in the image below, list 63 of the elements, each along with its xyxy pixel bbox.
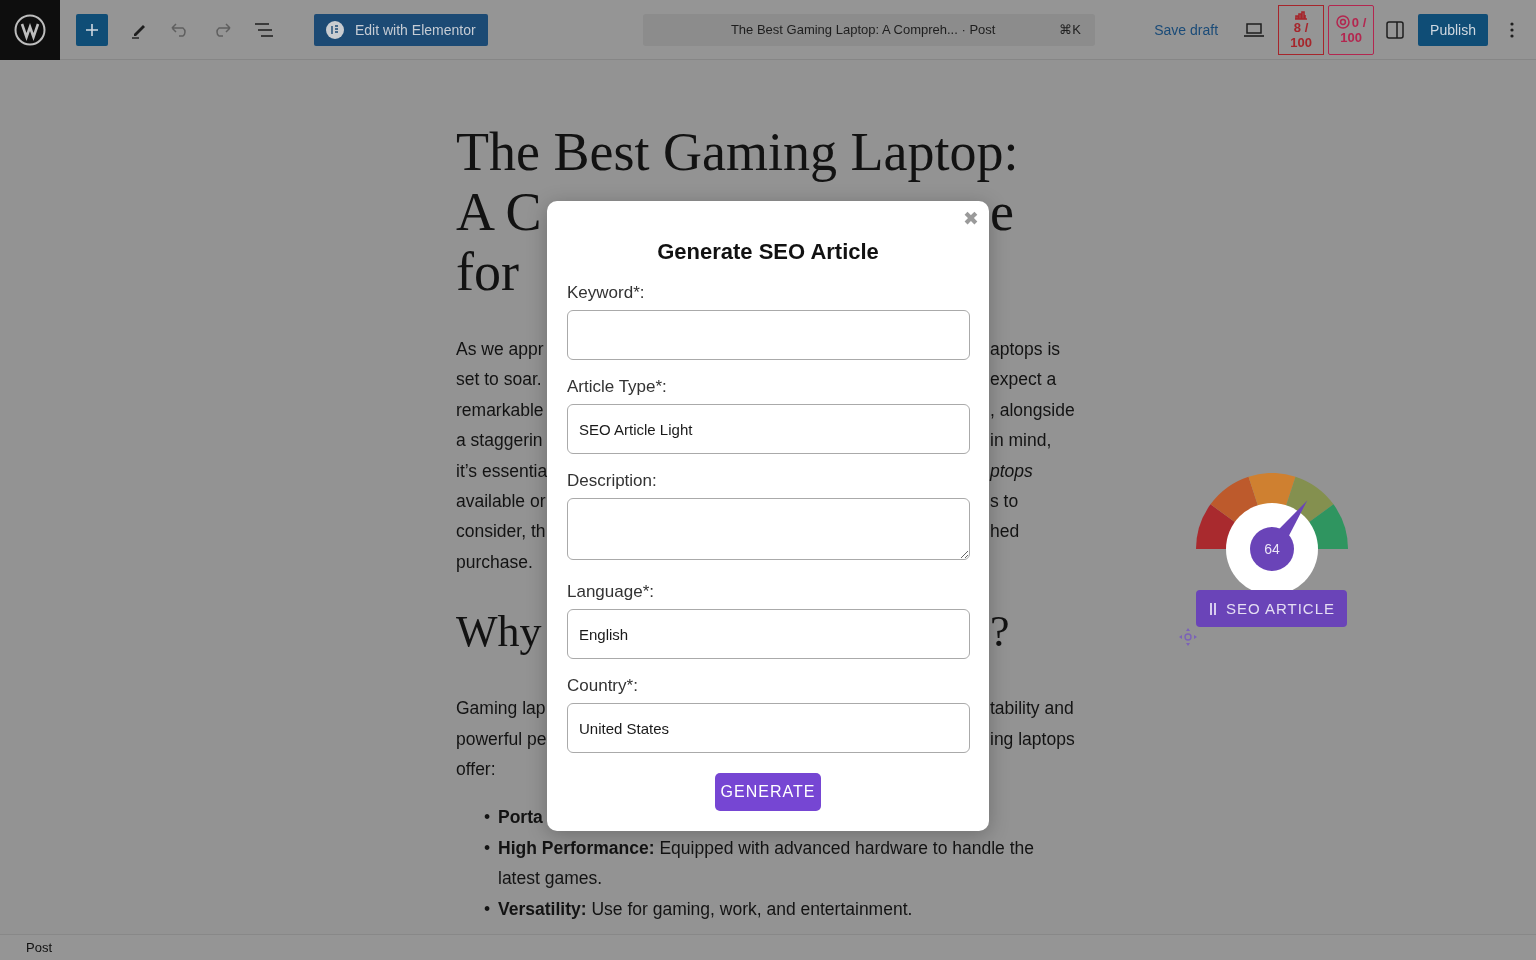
paragraph-text: ptops: [990, 459, 1033, 483]
laptop-icon[interactable]: [1244, 22, 1265, 37]
paragraph-text: Gaming lap: [456, 697, 546, 721]
paragraph-text: s to: [990, 490, 1019, 514]
paragraph-text: offer:: [456, 758, 496, 782]
paragraph-text: in mind,: [990, 429, 1052, 453]
paragraph-text: powerful pe: [456, 727, 547, 751]
input-field[interactable]: [567, 310, 970, 360]
bullet-marker: •: [484, 806, 492, 830]
score-text: 64: [1264, 541, 1280, 557]
bullet-text: Porta: [498, 806, 543, 830]
post-title-text: A C: [456, 182, 542, 242]
add-block-button[interactable]: [76, 13, 108, 46]
edit-with-elementor-button[interactable]: Edit with Elementor: [314, 13, 488, 46]
field-label: Country*:: [567, 676, 639, 696]
move-handle-icon[interactable]: [1178, 627, 1198, 647]
breadcrumb-text[interactable]: Post: [26, 940, 52, 955]
plus-icon: [84, 21, 100, 38]
description-field[interactable]: [567, 498, 970, 560]
paragraph-text: hed: [990, 520, 1020, 544]
elementor-logo-icon: [326, 20, 344, 39]
publish-button[interactable]: Publish: [1418, 13, 1488, 46]
post-title-text: for: [456, 242, 519, 302]
bullet-marker: •: [484, 836, 492, 860]
paragraph-text: ing laptops: [990, 727, 1075, 751]
post-title-text: The Best Gaming Laptop:: [456, 122, 1019, 182]
paragraph-text: aptops is: [990, 338, 1061, 361]
field-label: Keyword*:: [567, 283, 646, 303]
more-options-icon[interactable]: [1510, 21, 1514, 38]
input-field[interactable]: English: [567, 609, 970, 659]
generate-button[interactable]: GENERATE: [715, 773, 821, 811]
field-label: Description:: [567, 471, 658, 491]
wordpress-logo-icon: [14, 13, 46, 46]
command-bar[interactable]: The Best Gaming Laptop: A Compreh... · Post ⌘K: [642, 13, 1095, 46]
bullet-marker: •: [484, 897, 492, 921]
paragraph-text: a staggerin: [456, 429, 543, 453]
seo-article-button[interactable]: SEO ARTICLE: [1196, 590, 1347, 627]
bullet-text: High Performance: Equipped with advanced hardware to handle the latest games.: [498, 836, 1035, 891]
paragraph-text: it’s essentia: [456, 459, 548, 483]
paragraph-text: set to soar.: [456, 368, 542, 392]
list-view-icon[interactable]: [254, 22, 274, 37]
bars-icon: [1207, 600, 1218, 617]
paragraph-text: tability and: [990, 697, 1074, 721]
score-circle: [1250, 527, 1294, 571]
paragraph-text: As we appr: [456, 338, 544, 361]
paragraph-text: consider, th: [456, 520, 546, 544]
paragraph-text: expect a: [990, 368, 1057, 392]
input-field[interactable]: United States: [567, 703, 970, 753]
paragraph-text: purchase.: [456, 550, 533, 574]
post-title-text: e: [990, 182, 1014, 242]
field-label: Article Type*:: [567, 377, 668, 397]
sidebar-toggle-icon[interactable]: [1386, 20, 1405, 39]
paragraph-text: remarkable: [456, 398, 544, 422]
input-field[interactable]: SEO Article Light: [567, 404, 970, 454]
heading-text: Why: [456, 606, 542, 659]
bullet-text: Versatility: Use for gaming, work, and entertainment.: [498, 897, 913, 921]
heading-text: ?: [990, 606, 1010, 659]
paragraph-text: , alongside: [990, 398, 1075, 422]
dialog-title: Generate SEO Article: [656, 239, 880, 265]
save-draft-link[interactable]: Save draft: [1154, 21, 1219, 38]
field-label: Language*:: [567, 582, 655, 602]
paragraph-text: available or: [456, 490, 546, 514]
wordpress-logo[interactable]: [0, 0, 60, 60]
